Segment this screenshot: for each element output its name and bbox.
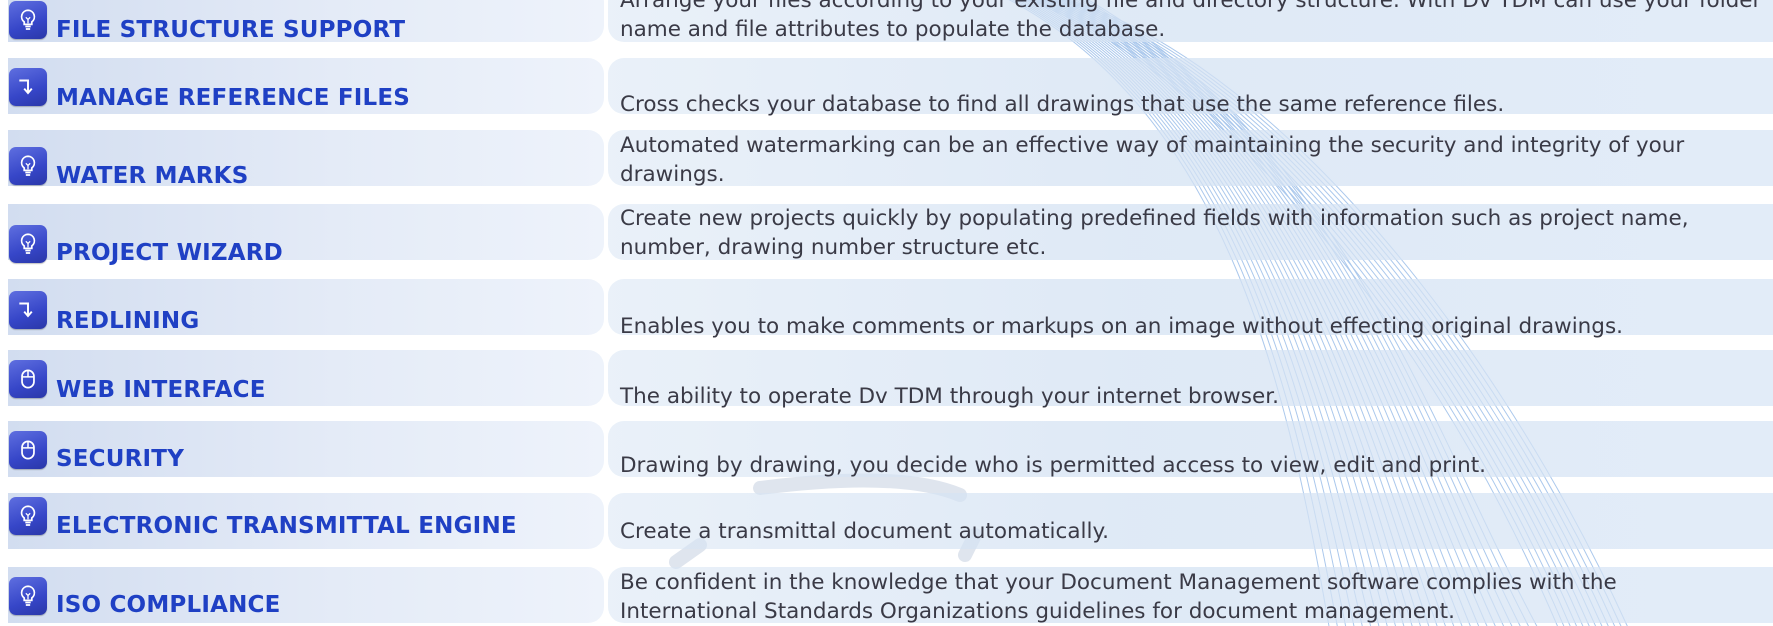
lightbulb-icon bbox=[9, 225, 47, 263]
feature-label: WATER MARKS bbox=[56, 163, 249, 189]
feature-label: SECURITY bbox=[56, 446, 185, 472]
lightbulb-icon bbox=[9, 1, 47, 39]
feature-description: Cross checks your database to find all d… bbox=[620, 92, 1505, 117]
feature-description: Enables you to make comments or markups … bbox=[620, 314, 1623, 339]
lightbulb-icon bbox=[9, 577, 47, 615]
feature-description: Automated watermarking can be an effecti… bbox=[620, 133, 1685, 187]
feature-label: WEB INTERFACE bbox=[56, 377, 266, 403]
lightbulb-icon bbox=[9, 147, 47, 185]
feature-description: Create a transmittal document automatica… bbox=[620, 519, 1109, 544]
feature-description: Create new projects quickly by populatin… bbox=[620, 206, 1689, 260]
feature-label: ELECTRONIC TRANSMITTAL ENGINE bbox=[56, 513, 517, 539]
mouse-icon bbox=[9, 431, 47, 469]
arrow-down-icon bbox=[9, 291, 47, 329]
feature-label: REDLINING bbox=[56, 308, 200, 334]
feature-label: ISO COMPLIANCE bbox=[56, 592, 281, 618]
feature-description: The ability to operate Dv TDM through yo… bbox=[620, 384, 1279, 409]
feature-label: PROJECT WIZARD bbox=[56, 240, 283, 266]
feature-description: Drawing by drawing, you decide who is pe… bbox=[620, 453, 1486, 478]
feature-description: Be confident in the knowledge that your … bbox=[620, 570, 1617, 624]
feature-label: FILE STRUCTURE SUPPORT bbox=[56, 17, 406, 43]
feature-description: Arrange your files according to your exi… bbox=[620, 0, 1762, 42]
mouse-icon bbox=[9, 360, 47, 398]
lightbulb-icon bbox=[9, 497, 47, 535]
arrow-down-icon bbox=[9, 68, 47, 106]
feature-label: MANAGE REFERENCE FILES bbox=[56, 85, 411, 111]
